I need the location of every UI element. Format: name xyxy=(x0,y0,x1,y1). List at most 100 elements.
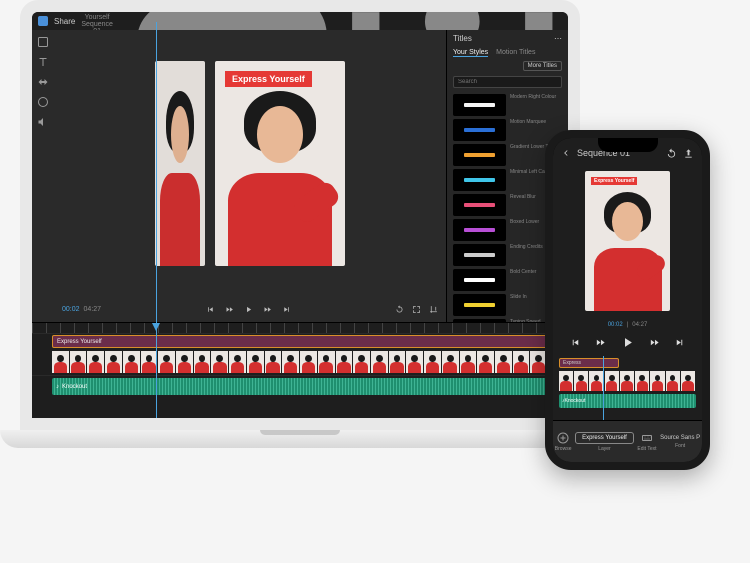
title-track[interactable]: Express Yourself xyxy=(32,333,568,349)
title-preset[interactable] xyxy=(453,244,506,266)
crop-icon[interactable] xyxy=(429,305,438,314)
timeline[interactable]: Express Yourself ♪ Knockout xyxy=(32,322,568,418)
timeline-thumbnail[interactable] xyxy=(406,351,423,373)
left-toolbar xyxy=(32,30,54,322)
step-fwd-icon[interactable] xyxy=(263,305,272,314)
loop-icon[interactable] xyxy=(395,305,404,314)
titles-tool-icon[interactable] xyxy=(37,56,49,68)
play-icon[interactable] xyxy=(244,305,253,314)
phone-title-overlay: Express Yourself xyxy=(591,177,637,185)
timeline-thumbnail[interactable] xyxy=(318,351,335,373)
timeline-thumbnail[interactable] xyxy=(194,351,211,373)
timeline-thumbnail[interactable] xyxy=(265,351,282,373)
timeline-thumbnail[interactable] xyxy=(681,371,695,391)
fullscreen-icon[interactable] xyxy=(412,305,421,314)
more-titles-button[interactable]: More Titles xyxy=(523,61,562,71)
phone-video-track[interactable] xyxy=(553,370,702,392)
audio-icon[interactable] xyxy=(37,116,49,128)
timeline-thumbnail[interactable] xyxy=(477,351,494,373)
timeline-thumbnail[interactable] xyxy=(176,351,193,373)
title-preset[interactable] xyxy=(453,269,506,291)
preview-prev-frame xyxy=(155,61,205,266)
step-back-icon[interactable] xyxy=(225,305,234,314)
go-end-icon[interactable] xyxy=(282,305,291,314)
title-preset[interactable] xyxy=(453,219,506,241)
phone-title-clip[interactable]: Express xyxy=(559,358,619,368)
timeline-thumbnail[interactable] xyxy=(70,351,87,373)
timeline-thumbnail[interactable] xyxy=(353,351,370,373)
title-preset[interactable] xyxy=(453,169,506,191)
phone-transport xyxy=(553,328,702,356)
phone-go-start-icon[interactable] xyxy=(570,337,581,348)
timeline-thumbnail[interactable] xyxy=(141,351,158,373)
timeline-thumbnail[interactable] xyxy=(605,371,619,391)
title-preset[interactable] xyxy=(453,319,506,322)
timeline-thumbnail[interactable] xyxy=(424,351,441,373)
timeline-thumbnail[interactable] xyxy=(442,351,459,373)
preview-main-frame: Express Yourself xyxy=(215,61,345,266)
tab-font[interactable]: Source Sans P Font xyxy=(660,435,700,449)
timeline-thumbnail[interactable] xyxy=(559,371,573,391)
timeline-thumbnail[interactable] xyxy=(282,351,299,373)
export-icon[interactable] xyxy=(683,148,694,159)
title-preset[interactable] xyxy=(453,144,506,166)
timeline-thumbnail[interactable] xyxy=(300,351,317,373)
timeline-thumbnail[interactable] xyxy=(460,351,477,373)
title-preset[interactable] xyxy=(453,194,506,216)
title-preset[interactable] xyxy=(453,94,506,116)
tab-edit-text[interactable]: Edit Text xyxy=(637,432,656,452)
go-start-icon[interactable] xyxy=(206,305,215,314)
tab-browse[interactable]: Browse xyxy=(555,432,572,452)
timeline-thumbnail[interactable] xyxy=(123,351,140,373)
tab-motion-titles[interactable]: Motion Titles xyxy=(496,49,535,57)
timeline-thumbnail[interactable] xyxy=(211,351,228,373)
timeline-thumbnail[interactable] xyxy=(513,351,530,373)
title-clip[interactable]: Express Yourself xyxy=(52,335,560,348)
audio-clip-label: Knockout xyxy=(62,384,87,390)
panel-menu-icon[interactable]: ⋯ xyxy=(554,34,562,43)
timeline-ruler[interactable] xyxy=(32,323,568,333)
timeline-thumbnail[interactable] xyxy=(371,351,388,373)
phone-audio-clip[interactable]: ♪ Knockout xyxy=(559,394,696,408)
timeline-thumbnail[interactable] xyxy=(158,351,175,373)
video-track[interactable] xyxy=(32,349,568,375)
audio-clip[interactable]: ♪ Knockout xyxy=(52,378,560,395)
title-preset[interactable] xyxy=(453,294,506,316)
tab-layer[interactable]: Express Yourself Layer xyxy=(575,432,634,452)
tab-your-styles[interactable]: Your Styles xyxy=(453,49,488,57)
timeline-thumbnail[interactable] xyxy=(574,371,588,391)
timeline-thumbnail[interactable] xyxy=(389,351,406,373)
timeline-thumbnail[interactable] xyxy=(336,351,353,373)
phone-app: Sequence 01 Express Yourself 00:02 | 04:… xyxy=(553,138,702,462)
timeline-thumbnail[interactable] xyxy=(635,371,649,391)
laptop-screen: Share Knack Yourself Sequence 01 xyxy=(20,0,580,430)
timeline-thumbnail[interactable] xyxy=(229,351,246,373)
timeline-thumbnail[interactable] xyxy=(105,351,122,373)
timeline-thumbnail[interactable] xyxy=(52,351,69,373)
phone-playhead[interactable] xyxy=(603,356,604,420)
transitions-icon[interactable] xyxy=(37,76,49,88)
audio-track[interactable]: ♪ Knockout xyxy=(32,375,568,397)
color-icon[interactable] xyxy=(37,96,49,108)
phone-step-fwd-icon[interactable] xyxy=(649,337,660,348)
media-icon[interactable] xyxy=(37,36,49,48)
share-link[interactable]: Share xyxy=(54,17,75,26)
titles-search-input[interactable] xyxy=(453,76,562,88)
back-icon[interactable] xyxy=(561,148,571,158)
timeline-thumbnail[interactable] xyxy=(495,351,512,373)
undo-icon[interactable] xyxy=(666,148,677,159)
phone-go-end-icon[interactable] xyxy=(674,337,685,348)
home-icon[interactable] xyxy=(38,16,48,26)
playhead-line[interactable] xyxy=(156,22,157,418)
timeline-thumbnail[interactable] xyxy=(589,371,603,391)
phone-timeline[interactable]: Express ♪ Knockout xyxy=(553,356,702,420)
phone-preview: Express Yourself xyxy=(553,160,702,322)
timeline-thumbnail[interactable] xyxy=(87,351,104,373)
phone-step-back-icon[interactable] xyxy=(595,337,606,348)
timeline-thumbnail[interactable] xyxy=(247,351,264,373)
timeline-thumbnail[interactable] xyxy=(620,371,634,391)
timeline-thumbnail[interactable] xyxy=(666,371,680,391)
timeline-thumbnail[interactable] xyxy=(650,371,664,391)
title-preset[interactable] xyxy=(453,119,506,141)
phone-play-icon[interactable] xyxy=(620,335,635,350)
